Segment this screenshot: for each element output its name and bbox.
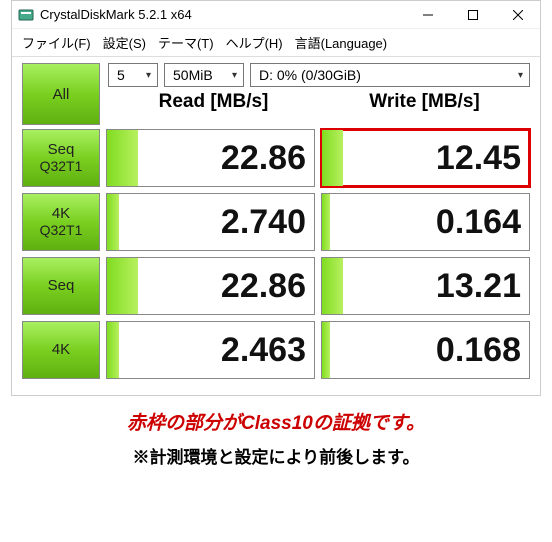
selects-and-headers: 5 ▾ 50MiB ▾ D: 0% (0/30GiB) ▾ Read [MB/s… xyxy=(108,63,530,125)
column-headers: Read [MB/s] Write [MB/s] xyxy=(108,91,530,113)
test-button-4k[interactable]: 4K xyxy=(22,321,100,379)
menu-help[interactable]: ヘルプ(H) xyxy=(226,33,283,52)
row-4k: 4K 2.463 0.168 xyxy=(22,321,530,379)
drive-value: D: 0% (0/30GiB) xyxy=(259,67,361,83)
row-seq: Seq 22.86 13.21 xyxy=(22,257,530,315)
maximize-button[interactable] xyxy=(450,1,495,29)
window-controls xyxy=(405,1,540,29)
caption-red-frame: 赤枠の部分がClass10の証拠です。 xyxy=(0,408,552,435)
chevron-down-icon: ▾ xyxy=(232,70,237,81)
close-button[interactable] xyxy=(495,1,540,29)
titlebar: CrystalDiskMark 5.2.1 x64 xyxy=(12,1,540,29)
window-title: CrystalDiskMark 5.2.1 x64 xyxy=(40,7,405,22)
read-seq-q32t1: 22.86 xyxy=(106,129,315,187)
menubar: ファイル(F) 設定(S) テーマ(T) ヘルプ(H) 言語(Language) xyxy=(12,29,540,57)
test-size-value: 50MiB xyxy=(173,67,213,83)
test-label-line1: 4K xyxy=(52,206,70,223)
all-button[interactable]: All xyxy=(22,63,100,125)
write-value: 12.45 xyxy=(436,139,521,178)
read-bar xyxy=(107,322,119,378)
read-bar xyxy=(107,194,119,250)
app-icon xyxy=(18,7,34,23)
test-count-value: 5 xyxy=(117,67,125,83)
menu-language[interactable]: 言語(Language) xyxy=(295,33,388,52)
close-icon xyxy=(513,10,523,20)
test-button-seq[interactable]: Seq xyxy=(22,257,100,315)
write-bar xyxy=(322,194,330,250)
app-window: CrystalDiskMark 5.2.1 x64 ファイル(F) 設定(S) … xyxy=(11,0,541,396)
write-value: 13.21 xyxy=(436,267,521,306)
test-button-seq-q32t1[interactable]: Seq Q32T1 xyxy=(22,129,100,187)
caption-note: ※計測環境と設定により前後します。 xyxy=(0,443,552,468)
controls-row: All 5 ▾ 50MiB ▾ D: 0% (0/30GiB) ▾ Read [… xyxy=(12,57,540,129)
drive-select[interactable]: D: 0% (0/30GiB) ▾ xyxy=(250,63,530,87)
read-bar xyxy=(107,130,138,186)
test-label-line2: Q32T1 xyxy=(40,223,83,238)
test-label-line1: Seq xyxy=(48,142,75,159)
test-count-select[interactable]: 5 ▾ xyxy=(108,63,158,87)
test-label-line1: 4K xyxy=(52,342,70,359)
write-bar xyxy=(322,258,343,314)
read-value: 22.86 xyxy=(221,139,306,178)
row-4k-q32t1: 4K Q32T1 2.740 0.164 xyxy=(22,193,530,251)
all-button-label: All xyxy=(53,86,70,103)
read-value: 2.740 xyxy=(221,203,306,242)
maximize-icon xyxy=(468,10,478,20)
header-read: Read [MB/s] xyxy=(108,91,319,113)
menu-file[interactable]: ファイル(F) xyxy=(22,33,91,52)
test-label-line2: Q32T1 xyxy=(40,159,83,174)
write-value: 0.164 xyxy=(436,203,521,242)
write-seq: 13.21 xyxy=(321,257,530,315)
header-write: Write [MB/s] xyxy=(319,91,530,113)
chevron-down-icon: ▾ xyxy=(518,70,523,81)
results-grid: Seq Q32T1 22.86 12.45 4K Q32T1 2.740 xyxy=(12,129,540,395)
write-seq-q32t1: 12.45 xyxy=(321,129,530,187)
read-value: 2.463 xyxy=(221,331,306,370)
minimize-icon xyxy=(423,10,433,20)
row-seq-q32t1: Seq Q32T1 22.86 12.45 xyxy=(22,129,530,187)
test-label-line1: Seq xyxy=(48,278,75,295)
menu-settings[interactable]: 設定(S) xyxy=(103,33,146,52)
read-4k: 2.463 xyxy=(106,321,315,379)
read-bar xyxy=(107,258,138,314)
write-bar xyxy=(322,322,330,378)
write-4k-q32t1: 0.164 xyxy=(321,193,530,251)
write-value: 0.168 xyxy=(436,331,521,370)
write-bar xyxy=(322,130,343,186)
read-value: 22.86 xyxy=(221,267,306,306)
chevron-down-icon: ▾ xyxy=(146,70,151,81)
minimize-button[interactable] xyxy=(405,1,450,29)
test-button-4k-q32t1[interactable]: 4K Q32T1 xyxy=(22,193,100,251)
selects-row: 5 ▾ 50MiB ▾ D: 0% (0/30GiB) ▾ xyxy=(108,63,530,87)
test-size-select[interactable]: 50MiB ▾ xyxy=(164,63,244,87)
read-4k-q32t1: 2.740 xyxy=(106,193,315,251)
write-4k: 0.168 xyxy=(321,321,530,379)
menu-theme[interactable]: テーマ(T) xyxy=(158,33,214,52)
read-seq: 22.86 xyxy=(106,257,315,315)
